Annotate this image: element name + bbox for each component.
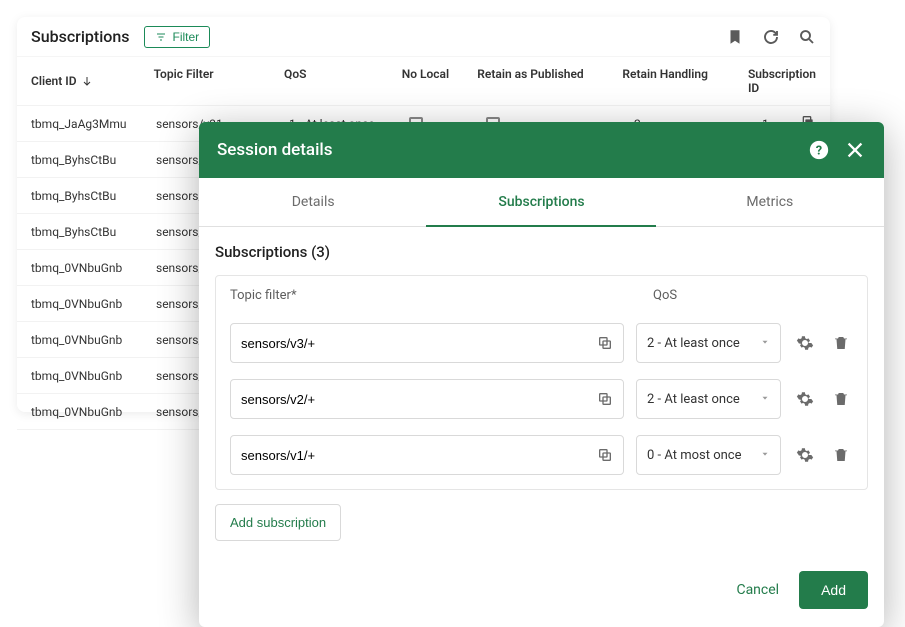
topic-input-wrapper [230, 435, 624, 475]
trash-icon[interactable] [829, 334, 853, 352]
cell-client: tbmq_0VNbuGnb [31, 369, 156, 383]
cancel-button[interactable]: Cancel [736, 582, 779, 598]
trash-icon[interactable] [829, 446, 853, 464]
gear-icon[interactable] [793, 390, 817, 408]
modal-header: Session details ? [199, 122, 884, 178]
qos-select[interactable]: 2 - At least once [636, 379, 781, 419]
qos-value: 2 - At least once [647, 392, 740, 407]
session-details-modal: Session details ? Details Subscriptions … [199, 122, 884, 627]
subscriptions-list: Topic filter* QoS 2 - At least once 2 - A… [215, 275, 868, 490]
trash-icon[interactable] [829, 390, 853, 408]
sort-down-icon [81, 75, 93, 87]
gear-icon[interactable] [793, 334, 817, 352]
modal-body: Subscriptions (3) Topic filter* QoS 2 - … [199, 227, 884, 557]
copy-icon[interactable] [597, 335, 613, 351]
chevron-down-icon [760, 448, 770, 463]
col-topic-filter[interactable]: Topic Filter [154, 67, 284, 95]
cell-client: tbmq_0VNbuGnb [31, 405, 156, 419]
copy-icon[interactable] [597, 447, 613, 463]
search-icon[interactable] [798, 28, 816, 46]
col-qos[interactable]: QoS [284, 67, 402, 95]
qos-value: 0 - At most once [647, 448, 742, 463]
topic-input-wrapper [230, 323, 624, 363]
filter-icon [155, 31, 167, 43]
qos-select[interactable]: 0 - At most once [636, 435, 781, 475]
copy-icon[interactable] [597, 391, 613, 407]
topic-input[interactable] [241, 336, 597, 351]
table-header: Client ID Topic Filter QoS No Local Reta… [17, 57, 830, 106]
topic-input-wrapper [230, 379, 624, 419]
col-no-local[interactable]: No Local [402, 67, 478, 95]
col-retain-handling[interactable]: Retain Handling [622, 67, 748, 95]
cell-client: tbmq_0VNbuGnb [31, 297, 156, 311]
cell-client: tbmq_ByhsCtBu [31, 153, 156, 167]
close-icon[interactable] [844, 139, 866, 161]
chevron-down-icon [760, 392, 770, 407]
subs-list-header: Topic filter* QoS [216, 276, 867, 315]
add-subscription-button[interactable]: Add subscription [215, 504, 341, 541]
subscription-row: 2 - At least once [216, 315, 867, 371]
modal-title: Session details [217, 140, 794, 160]
tab-metrics[interactable]: Metrics [656, 178, 884, 226]
section-title: Subscriptions (3) [215, 243, 868, 261]
cell-client: tbmq_ByhsCtBu [31, 225, 156, 239]
col-subscription-id[interactable]: Subscription ID [748, 67, 816, 95]
cell-client: tbmq_ByhsCtBu [31, 189, 156, 203]
panel-title: Subscriptions [31, 27, 130, 46]
panel-header: Subscriptions Filter [17, 17, 830, 57]
topic-input[interactable] [241, 448, 597, 463]
head-topic: Topic filter* [230, 288, 653, 303]
cell-client: tbmq_JaAg3Mmu [31, 117, 156, 131]
subscription-row: 0 - At most once [216, 427, 867, 483]
col-client-id[interactable]: Client ID [31, 67, 154, 95]
add-button[interactable]: Add [799, 571, 868, 609]
gear-icon[interactable] [793, 446, 817, 464]
qos-value: 2 - At least once [647, 336, 740, 351]
filter-button[interactable]: Filter [144, 26, 211, 48]
col-retain-pub[interactable]: Retain as Published [477, 67, 622, 95]
svg-text:?: ? [816, 144, 822, 159]
help-icon[interactable]: ? [808, 139, 830, 161]
cell-client: tbmq_0VNbuGnb [31, 333, 156, 347]
bookmark-icon[interactable] [726, 28, 744, 46]
modal-tabs: Details Subscriptions Metrics [199, 178, 884, 227]
cell-client: tbmq_0VNbuGnb [31, 261, 156, 275]
chevron-down-icon [760, 336, 770, 351]
tab-details[interactable]: Details [199, 178, 427, 226]
refresh-icon[interactable] [762, 28, 780, 46]
topic-input[interactable] [241, 392, 597, 407]
head-qos: QoS [653, 288, 853, 303]
filter-label: Filter [173, 30, 200, 44]
qos-select[interactable]: 2 - At least once [636, 323, 781, 363]
tab-subscriptions[interactable]: Subscriptions [427, 178, 655, 226]
subscription-row: 2 - At least once [216, 371, 867, 427]
